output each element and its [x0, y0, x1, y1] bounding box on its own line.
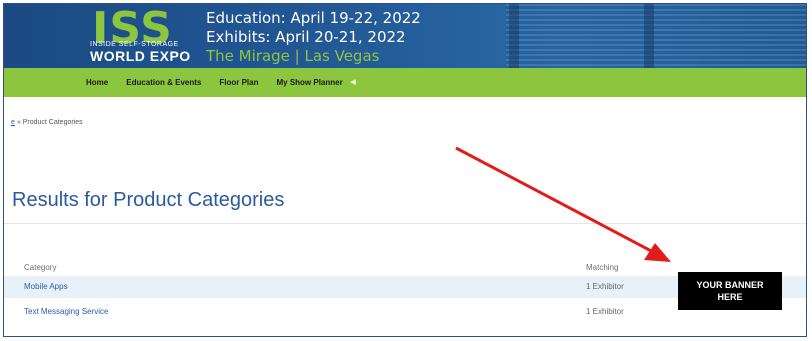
column-header-matching[interactable]: Matching	[586, 263, 618, 272]
header-pillar	[509, 4, 519, 68]
exhibit-dates: Exhibits: April 20-21, 2022	[206, 28, 406, 46]
logo-world-expo: WORLD EXPO	[90, 48, 191, 64]
nav-my-show-planner[interactable]: My Show Planner ◄	[276, 77, 357, 88]
column-header-category[interactable]: Category	[24, 263, 56, 272]
main-nav: Home Education & Events Floor Plan My Sh…	[4, 68, 806, 97]
header-banner: ISS INSIDE SELF-STORAGE WORLD EXPO Educa…	[4, 4, 806, 68]
venue-location: The Mirage | Las Vegas	[206, 47, 380, 65]
logo-subtitle: INSIDE SELF-STORAGE	[90, 41, 179, 48]
breadcrumb-separator: »	[16, 119, 21, 126]
screenshot-frame: ISS INSIDE SELF-STORAGE WORLD EXPO Educa…	[3, 3, 807, 337]
header-shutter-graphic	[506, 4, 806, 68]
matching-count[interactable]: 1 Exhibitor	[586, 282, 624, 291]
breadcrumb: e » Product Categories	[11, 119, 83, 126]
banner-line-2: HERE	[717, 292, 743, 302]
planner-icon: ◄	[347, 77, 358, 88]
banner-line-1: YOUR BANNER	[696, 280, 764, 290]
category-link[interactable]: Mobile Apps	[24, 282, 68, 291]
education-dates: Education: April 19-22, 2022	[206, 9, 421, 27]
banner-placeholder[interactable]: YOUR BANNER HERE	[678, 272, 782, 310]
category-link[interactable]: Text Messaging Service	[24, 307, 108, 316]
nav-my-show-planner-label: My Show Planner	[276, 78, 343, 87]
nav-education-events[interactable]: Education & Events	[126, 78, 201, 87]
breadcrumb-current: Product Categories	[22, 119, 83, 126]
nav-floor-plan[interactable]: Floor Plan	[219, 78, 258, 87]
title-divider	[4, 223, 806, 224]
matching-count[interactable]: 1 Exhibitor	[586, 307, 624, 316]
breadcrumb-home-link[interactable]: e	[11, 119, 15, 126]
header-pillar	[644, 4, 654, 68]
page-title: Results for Product Categories	[12, 189, 285, 211]
nav-home[interactable]: Home	[86, 78, 108, 87]
